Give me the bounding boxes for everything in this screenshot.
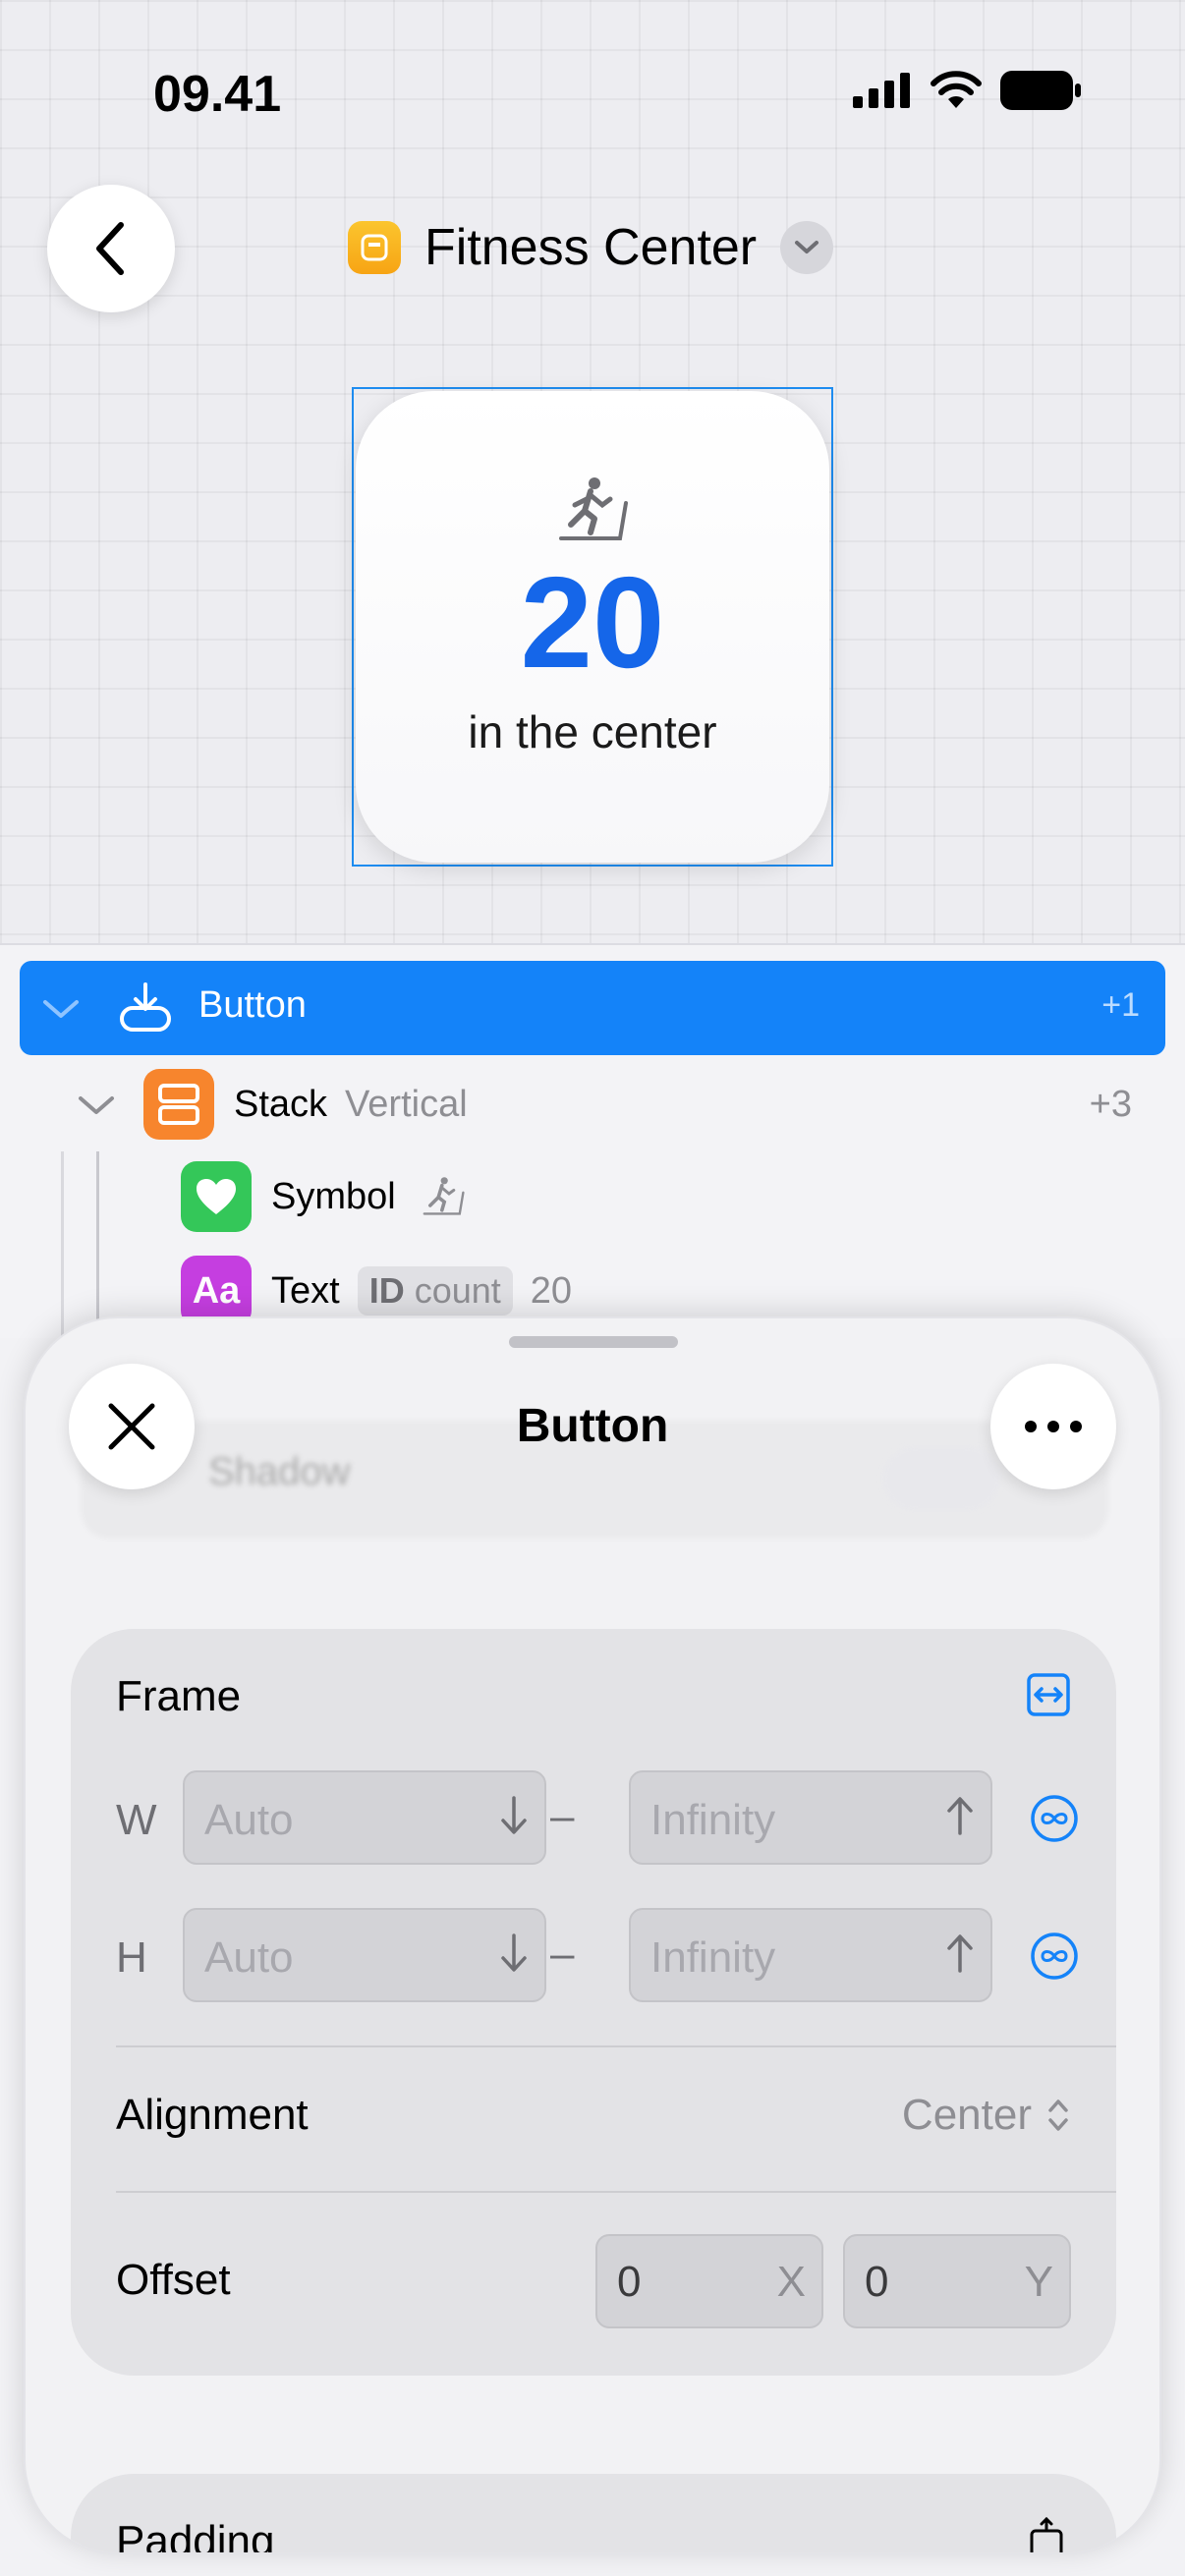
height-row: H Auto – Infinity (116, 1908, 1079, 2006)
height-letter: H (116, 1933, 147, 1982)
disclosure-chevron-icon (43, 1000, 79, 1018)
inspector-sheet[interactable]: Shadow Button Frame W Auto – Infinity H … (24, 1316, 1161, 2554)
status-icons (853, 71, 1081, 110)
layer-tree: Button +1 Stack Vertical +3 Symbol Aa Te… (0, 945, 1185, 1338)
arrow-down-icon (501, 1933, 527, 1972)
tree-guide-line (96, 1151, 99, 1338)
disclosure-chevron-icon (79, 1096, 114, 1114)
more-button[interactable] (990, 1364, 1116, 1489)
sheet-title: Button (516, 1400, 669, 1452)
arrow-down-icon (501, 1796, 527, 1834)
design-canvas[interactable]: 09.41 Fitness Center 20 in the center (0, 0, 1185, 945)
arrow-up-icon (947, 1934, 973, 1973)
widget-app-icon (348, 221, 401, 274)
divider (116, 2045, 1116, 2047)
alignment-label: Alignment (116, 2091, 309, 2139)
min-height-field[interactable]: Auto (183, 1908, 546, 2002)
stack-badge-icon (143, 1069, 214, 1140)
tree-row-label: Symbol (271, 1175, 396, 1217)
max-width-field[interactable]: Infinity (629, 1770, 992, 1865)
tree-row-label: Text (271, 1269, 340, 1312)
width-letter: W (116, 1796, 157, 1844)
button-layer-icon (120, 982, 171, 1032)
chevron-down-icon (795, 241, 819, 253)
tree-row-button[interactable]: Button +1 (20, 961, 1165, 1055)
infinity-toggle-icon[interactable] (1030, 1932, 1079, 1981)
arrow-up-icon (947, 1797, 973, 1835)
min-width-field[interactable]: Auto (183, 1770, 546, 1865)
alignment-picker[interactable]: Center (902, 2091, 1071, 2140)
infinity-toggle-icon[interactable] (1030, 1794, 1079, 1843)
symbol-badge-icon (181, 1161, 252, 1232)
padding-icon[interactable] (1022, 2517, 1071, 2554)
id-badge: ID count (357, 1266, 513, 1316)
tree-row-count: +1 (1101, 986, 1140, 1024)
tree-guide-line (61, 1151, 64, 1338)
widget-title-menu[interactable]: Fitness Center (348, 218, 834, 277)
divider (116, 2191, 1116, 2193)
chevron-up-down-icon (1048, 2100, 1068, 2131)
padding-title: Padding (116, 2517, 275, 2554)
treadmill-icon (423, 1177, 465, 1215)
ellipsis-icon (1025, 1421, 1082, 1432)
offset-x-field[interactable]: 0 X (595, 2234, 823, 2328)
max-height-field[interactable]: Infinity (629, 1908, 992, 2002)
title-dropdown-button[interactable] (780, 221, 834, 274)
tree-row-subtitle: Vertical (345, 1083, 468, 1125)
offset-y-field[interactable]: 0 Y (843, 2234, 1071, 2328)
tree-row-value: 20 (530, 1269, 573, 1312)
status-time: 09.41 (153, 66, 282, 123)
widget-label: in the center (468, 706, 717, 757)
tree-row-stack[interactable]: Stack Vertical +3 (75, 1065, 1165, 1144)
battery-icon (1000, 71, 1081, 110)
cellular-signal-icon (853, 73, 910, 108)
back-button[interactable] (47, 185, 175, 312)
widget-count: 20 (520, 550, 665, 695)
widget-glyph-icon (361, 234, 388, 261)
width-row: W Auto – Infinity (116, 1770, 1079, 1869)
frame-title: Frame (116, 1672, 242, 1720)
tree-row-count: +3 (1089, 1083, 1132, 1125)
frame-card: Frame W Auto – Infinity H Auto – Infinit… (71, 1629, 1116, 2376)
chevron-left-icon (96, 222, 124, 275)
vertical-stack-icon (158, 1084, 199, 1125)
offset-label: Offset (116, 2256, 231, 2304)
padding-card: Padding (71, 2474, 1116, 2554)
heart-icon (197, 1179, 236, 1214)
expand-horizontal-icon[interactable] (1026, 1672, 1071, 1717)
wifi-icon (931, 71, 982, 108)
tree-row-label: Button (198, 984, 307, 1026)
tree-row-label: Stack (234, 1083, 328, 1125)
sheet-grabber[interactable] (509, 1336, 678, 1348)
text-glyph-icon: Aa (192, 1269, 241, 1312)
treadmill-icon (559, 477, 628, 540)
tree-row-symbol[interactable]: Symbol (181, 1157, 967, 1236)
widget-preview[interactable]: 20 in the center (356, 391, 829, 863)
page-title: Fitness Center (424, 219, 758, 276)
